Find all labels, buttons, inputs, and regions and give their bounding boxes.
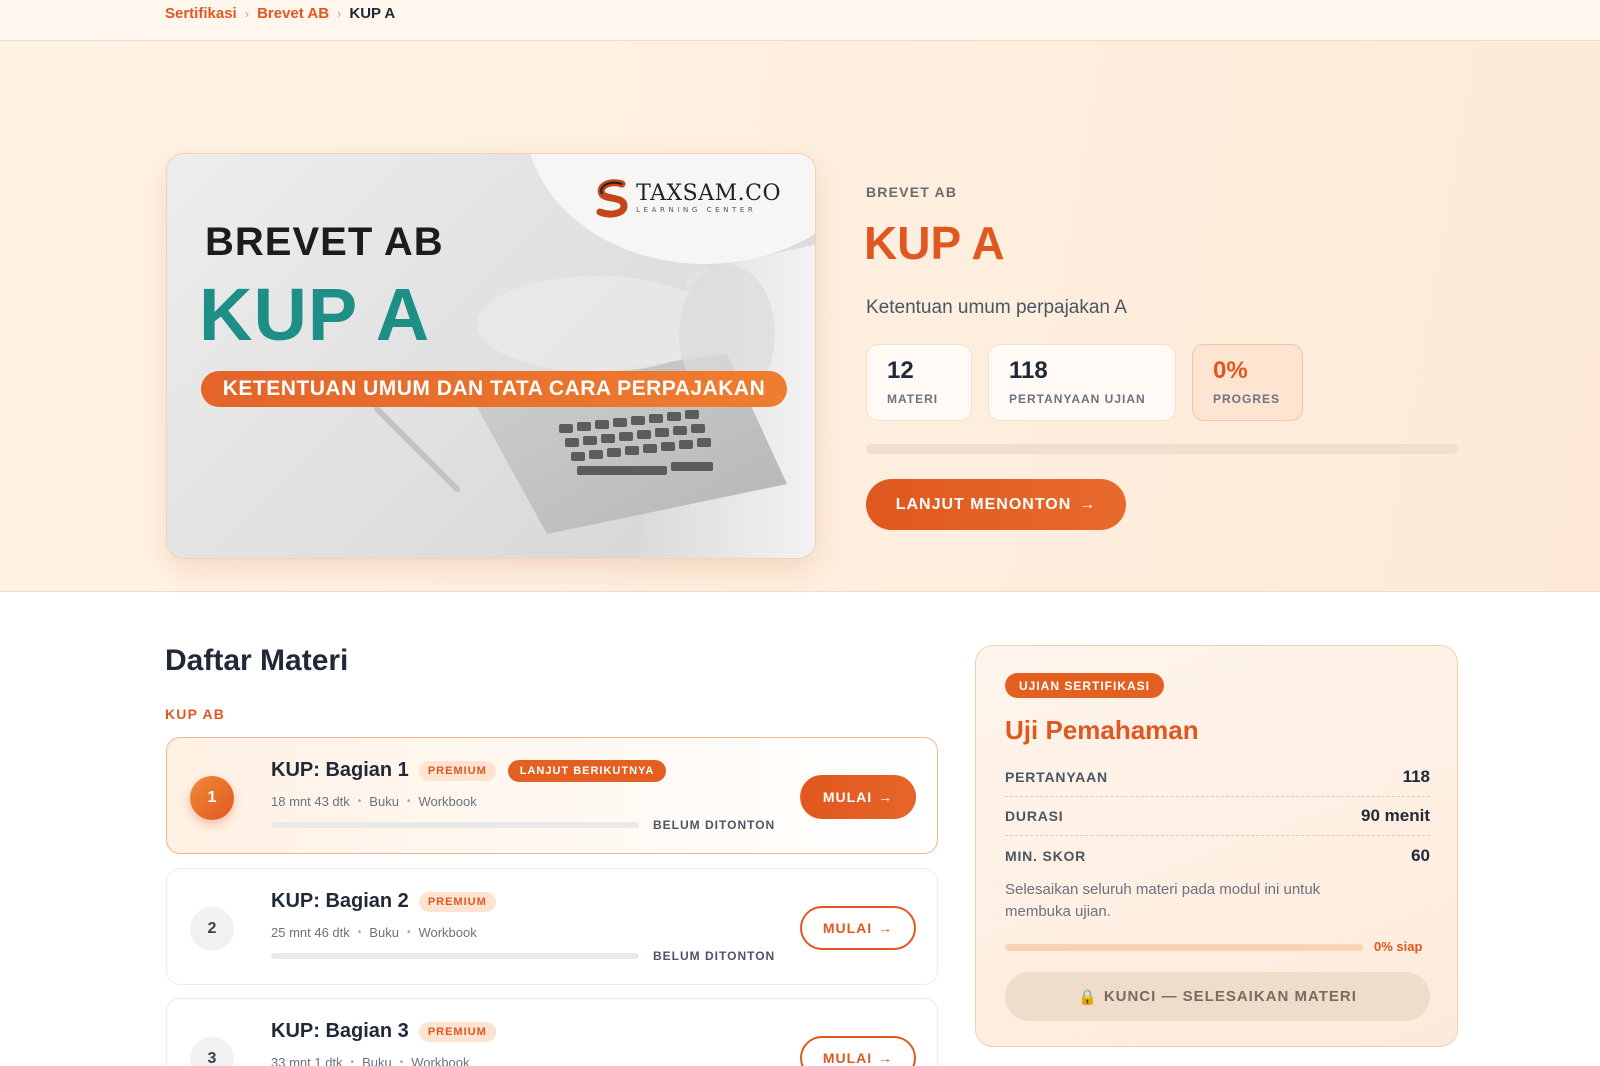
breadcrumb-bar: Sertifikasi › Brevet AB › KUP A [0,0,1600,41]
breadcrumb-current: KUP A [349,5,396,22]
lesson-number: 1 [190,776,234,820]
arrow-right-icon: → [878,789,894,805]
start-lesson-label: MULAI [822,1050,873,1066]
start-lesson-label: MULAI [822,789,873,805]
lesson-meta: 18 mnt 43 dtk • Buku • Workbook [271,794,477,809]
stat-pertanyaan-ujian: 118 PERTANYAAN UJIAN [988,344,1176,421]
stat-value: 12 [887,357,914,384]
cover-line-brevet: BREVET AB [205,220,444,264]
stat-label: PROGRES [1213,392,1281,406]
dot-separator: • [406,927,411,938]
arrow-right-icon: → [878,920,894,936]
lesson-resource-book: Buku [362,1055,392,1066]
taxsam-logo-icon [596,179,628,218]
lesson-card-3[interactable]: 3 KUP: Bagian 3 PREMIUM 33 mnt 1 dtk • B… [166,998,938,1066]
dot-separator: • [406,796,411,807]
exam-card: UJIAN SERTIFIKASI Uji Pemahaman PERTANYA… [975,645,1458,1047]
dot-separator: • [399,1057,404,1066]
lesson-duration: 18 mnt 43 dtk [271,794,350,809]
lesson-progress-bar [271,953,639,959]
lesson-title: KUP: Bagian 2 [271,890,409,912]
lesson-resource-book: Buku [369,794,399,809]
next-up-badge: LANJUT BERIKUTNYA [507,759,667,782]
arrow-right-icon: → [878,1050,894,1066]
exam-badge: UJIAN SERTIFIKASI [1005,673,1165,698]
lesson-resource-workbook: Workbook [418,794,477,809]
continue-watching-label: LANJUT MENONTON [895,495,1072,513]
taxsam-logo: TAXSAM.CO LEARNING CENTER [594,178,781,218]
dot-separator: • [350,1057,355,1066]
continue-watching-button[interactable]: LANJUT MENONTON → [866,479,1126,530]
exam-value: 118 [1402,767,1430,786]
chevron-right-icon: › [337,6,342,21]
stat-progres: 0% PROGRES [1192,344,1303,421]
start-lesson-button[interactable]: MULAI → [800,775,916,819]
course-description: Ketentuan umum perpajakan A [866,297,1127,318]
materials-section-title: Daftar Materi [165,644,349,677]
logo-name: TAXSAM.CO [636,180,781,206]
arrow-right-icon: → [1079,495,1097,513]
dot-separator: • [357,927,362,938]
logo-subtitle: LEARNING CENTER [636,205,757,214]
lesson-number: 2 [190,907,234,951]
premium-badge: PREMIUM [418,760,496,781]
lesson-meta: 33 mnt 1 dtk • Buku • Workbook [271,1055,470,1066]
course-hero: TAXSAM.CO LEARNING CENTER BREVET AB KUP … [0,41,1600,592]
course-cover-image: TAXSAM.CO LEARNING CENTER BREVET AB KUP … [166,153,816,559]
exam-value: 90 menit [1361,806,1430,825]
course-title: KUP A [864,217,1005,269]
exam-row-questions: PERTANYAAN 118 [1005,758,1430,797]
exam-key: DURASI [1005,808,1064,824]
cover-ribbon: KETENTUAN UMUM DAN TATA CARA PERPAJAKAN [201,371,787,407]
breadcrumb-link-sertifikasi[interactable]: Sertifikasi [165,5,237,22]
exam-note: Selesaikan seluruh materi pada modul ini… [1005,881,1321,920]
exam-value: 60 [1411,845,1430,865]
locked-exam-button[interactable]: 🔒 KUNCI — SELESAIKAN MATERI [1005,972,1430,1021]
start-lesson-button[interactable]: MULAI → [800,906,916,950]
lesson-progress-bar [271,822,639,828]
start-lesson-label: MULAI [822,920,873,936]
premium-badge: PREMIUM [418,1021,496,1042]
course-eyebrow: BREVET AB [866,184,958,200]
lesson-status: BELUM DITONTON [653,949,776,963]
lock-icon: 🔒 [1078,988,1098,1006]
lesson-resource-workbook: Workbook [418,925,477,940]
lesson-number: 3 [190,1037,234,1066]
lesson-status: BELUM DITONTON [653,818,776,832]
chevron-right-icon: › [244,6,250,21]
exam-readiness-label: 0% siap [1374,939,1423,954]
course-stats: 12 MATERI 118 PERTANYAAN UJIAN 0% PROGRE… [866,344,1303,421]
stat-label: MATERI [887,392,939,406]
course-progress-bar [866,444,1458,454]
lesson-duration: 33 mnt 1 dtk [271,1055,343,1066]
lesson-title: KUP: Bagian 1 [271,759,409,781]
start-lesson-button[interactable]: MULAI → [800,1036,916,1066]
stat-value: 118 [1009,357,1048,384]
lesson-meta: 25 mnt 46 dtk • Buku • Workbook [271,925,477,940]
lesson-duration: 25 mnt 46 dtk [271,925,350,940]
exam-key: MIN. SKOR [1005,847,1087,864]
breadcrumb-link-brevet-ab[interactable]: Brevet AB [257,5,329,22]
exam-key: PERTANYAAN [1005,769,1108,785]
exam-readiness-bar [1005,944,1363,951]
breadcrumb: Sertifikasi › Brevet AB › KUP A [165,5,395,22]
lesson-card-2[interactable]: 2 KUP: Bagian 2 PREMIUM 25 mnt 46 dtk • … [166,868,938,985]
premium-badge: PREMIUM [418,891,496,912]
dot-separator: • [357,796,362,807]
locked-exam-label: KUNCI — SELESAIKAN MATERI [1103,988,1357,1005]
lesson-resource-book: Buku [369,925,399,940]
exam-row-duration: DURASI 90 menit [1005,797,1430,836]
lesson-title: KUP: Bagian 3 [271,1020,409,1042]
lesson-card-1[interactable]: 1 KUP: Bagian 1 PREMIUM LANJUT BERIKUTNY… [166,737,938,854]
lesson-resource-workbook: Workbook [411,1055,470,1066]
cover-line-kup: KUP A [199,273,431,356]
exam-details: PERTANYAAN 118 DURASI 90 menit MIN. SKOR… [1005,758,1430,875]
stat-materi: 12 MATERI [866,344,972,421]
materials-group-label: KUP AB [165,706,226,722]
stat-value: 0% [1213,357,1248,384]
stat-label: PERTANYAAN UJIAN [1009,392,1146,406]
exam-row-min-score: MIN. SKOR 60 [1005,836,1430,875]
exam-title: Uji Pemahaman [1005,715,1199,745]
